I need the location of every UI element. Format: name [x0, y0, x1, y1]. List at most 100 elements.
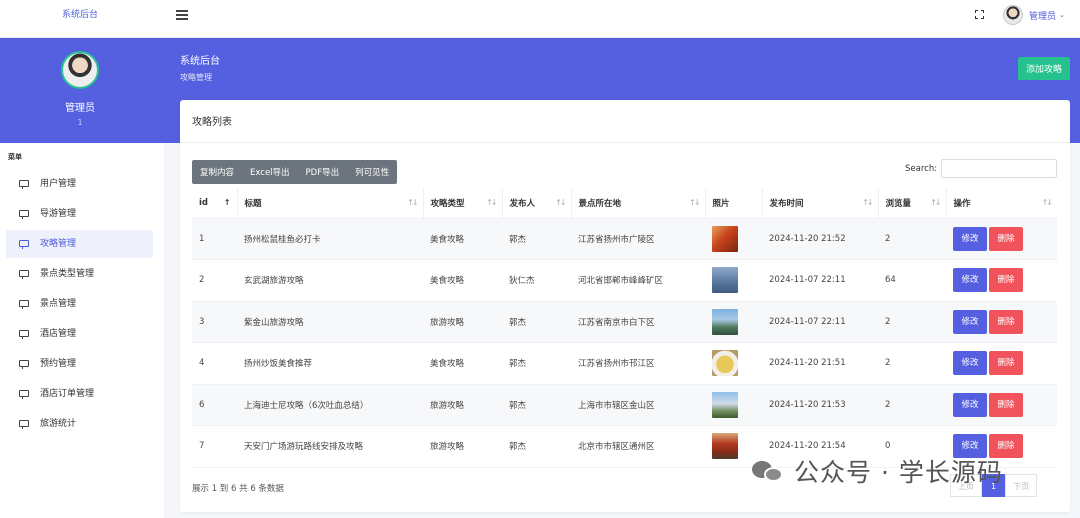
- sidebar-item-hotel-orders[interactable]: 酒店订单管理: [6, 380, 153, 408]
- sort-icon: ↑↓: [407, 198, 418, 207]
- cell-views: 2: [878, 342, 946, 385]
- sidebar-item-label: 攻略管理: [40, 239, 77, 249]
- cell-type: 美食攻略: [423, 217, 502, 260]
- cell-location: 江苏省扬州市邗江区: [571, 342, 705, 385]
- pdf-export-button[interactable]: PDF导出: [298, 160, 348, 184]
- sidebar-item-strategies[interactable]: 攻略管理: [6, 230, 153, 258]
- user-name: 管理员: [1029, 11, 1057, 22]
- sidebar-item-scenic-types[interactable]: 景点类型管理: [6, 260, 153, 288]
- cell-time: 2024-11-07 22:11: [762, 259, 878, 302]
- excel-export-button[interactable]: Excel导出: [242, 160, 298, 184]
- cell-views: 2: [878, 217, 946, 260]
- delete-button[interactable]: 删除: [989, 351, 1023, 376]
- sidebar-item-guides[interactable]: 导游管理: [6, 200, 153, 228]
- column-header-location[interactable]: 景点所在地 ↑↓: [570, 188, 706, 219]
- photo-thumbnail[interactable]: [712, 433, 738, 460]
- column-header-photo: 照片: [704, 188, 763, 219]
- cell-location: 江苏省扬州市广陵区: [571, 217, 705, 260]
- menu-heading: 菜单: [8, 153, 22, 161]
- edit-button[interactable]: 修改: [953, 351, 987, 376]
- cell-actions: 修改 删除: [946, 342, 1057, 385]
- sidebar-item-label: 用户管理: [40, 179, 77, 189]
- sidebar-item-users[interactable]: 用户管理: [6, 170, 153, 198]
- cell-time: 2024-11-20 21:52: [762, 217, 878, 260]
- photo-thumbnail[interactable]: [712, 225, 738, 252]
- cell-actions: 修改 删除: [946, 259, 1057, 302]
- search-input[interactable]: [941, 159, 1057, 178]
- column-header-title[interactable]: 标题 ↑↓: [236, 188, 424, 219]
- column-header-actions: 操作 ↑↓: [945, 188, 1057, 219]
- sidebar-item-scenic-spots[interactable]: 景点管理: [6, 290, 153, 318]
- cell-title: 扬州炒饭美食推荐: [237, 342, 423, 385]
- cell-photo: [705, 342, 762, 385]
- cell-location: 江苏省南京市白下区: [571, 300, 705, 343]
- fullscreen-icon[interactable]: [975, 10, 984, 19]
- add-guide-button[interactable]: 添加攻略: [1018, 57, 1070, 80]
- user-menu[interactable]: 管理员 ⌄: [1003, 4, 1065, 26]
- sort-icon: ↑↓: [555, 198, 566, 207]
- card-title: 攻略列表: [192, 117, 232, 128]
- table-row: 3 紫金山旅游攻略 旅游攻略 郭杰 江苏省南京市白下区 2024-11-07 22:11 2…: [192, 300, 1057, 343]
- monitor-icon: [19, 240, 29, 249]
- hamburger-menu-icon[interactable]: [176, 10, 188, 20]
- sort-icon: ↑↓: [689, 198, 700, 207]
- column-header-type[interactable]: 攻略类型 ↑↓: [422, 188, 503, 219]
- sort-icon: ↑↓: [930, 198, 941, 207]
- profile-avatar: [61, 51, 99, 89]
- next-page-button[interactable]: 下页: [1005, 474, 1038, 497]
- delete-button[interactable]: 删除: [989, 309, 1023, 334]
- photo-thumbnail[interactable]: [712, 267, 738, 294]
- table-row: 1 扬州松鼠桂鱼必打卡 美食攻略 郭杰 江苏省扬州市广陵区 2024-11-20 21:5…: [192, 217, 1057, 260]
- monitor-icon: [19, 390, 29, 399]
- sidebar-item-reservations[interactable]: 预约管理: [6, 350, 153, 378]
- sidebar-item-statistics[interactable]: 旅游统计: [6, 410, 153, 438]
- column-header-views[interactable]: 浏览量 ↑↓: [877, 188, 947, 219]
- photo-thumbnail[interactable]: [712, 391, 738, 418]
- cell-type: 美食攻略: [423, 342, 502, 385]
- edit-button[interactable]: 修改: [953, 226, 987, 251]
- search-label: Search:: [905, 164, 938, 174]
- cell-location: 北京市市辖区通州区: [571, 425, 705, 468]
- column-visibility-button[interactable]: 列可见性: [347, 160, 397, 184]
- cell-photo: [705, 217, 762, 260]
- brand-title[interactable]: 系统后台: [0, 0, 160, 30]
- page-title: 系统后台: [180, 56, 220, 67]
- cell-views: 2: [878, 300, 946, 343]
- watermark: 公众号 · 学长源码: [752, 453, 1003, 489]
- profile-role: 1: [77, 118, 83, 127]
- sort-icon: ↑↓: [1041, 198, 1053, 207]
- cell-time: 2024-11-20 21:53: [762, 383, 878, 426]
- avatar: [1003, 5, 1023, 25]
- sidebar-item-hotels[interactable]: 酒店管理: [6, 320, 153, 348]
- cell-type: 旅游攻略: [423, 300, 502, 343]
- sidebar-item-label: 旅游统计: [40, 419, 77, 429]
- column-header-id[interactable]: id ↑: [192, 188, 238, 219]
- monitor-icon: [19, 420, 29, 429]
- cell-title: 天安门广场游玩路线安排及攻略: [237, 425, 423, 468]
- photo-thumbnail[interactable]: [712, 308, 738, 335]
- cell-views: 64: [878, 259, 946, 302]
- monitor-icon: [19, 360, 29, 369]
- copy-button[interactable]: 复制内容: [192, 160, 242, 184]
- edit-button[interactable]: 修改: [953, 392, 987, 417]
- cell-type: 旅游攻略: [423, 425, 502, 468]
- sidebar: 菜单 用户管理 导游管理 攻略管理 景点类型管理 景点管理 酒店管理 预约管理 …: [0, 143, 164, 518]
- cell-actions: 修改 删除: [946, 300, 1057, 343]
- cell-photo: [705, 259, 762, 302]
- cell-title: 紫金山旅游攻略: [237, 300, 423, 343]
- column-header-time[interactable]: 发布时间 ↑↓: [761, 188, 879, 219]
- edit-button[interactable]: 修改: [953, 309, 987, 334]
- delete-button[interactable]: 删除: [989, 268, 1023, 293]
- cell-time: 2024-11-07 22:11: [762, 300, 878, 343]
- column-header-author[interactable]: 发布人 ↑↓: [501, 188, 572, 219]
- photo-thumbnail[interactable]: [712, 350, 738, 377]
- sidebar-item-label: 预约管理: [40, 359, 77, 369]
- sort-icon: ↑↓: [486, 198, 497, 207]
- cell-author: 狄仁杰: [502, 259, 571, 302]
- guide-list-card: 攻略列表 复制内容 Excel导出 PDF导出 列可见性 Search: id ↑…: [180, 100, 1070, 512]
- delete-button[interactable]: 删除: [989, 226, 1023, 251]
- edit-button[interactable]: 修改: [953, 268, 987, 293]
- delete-button[interactable]: 删除: [989, 392, 1023, 417]
- cell-views: 2: [878, 383, 946, 426]
- sidebar-profile: 管理员 1: [0, 38, 160, 143]
